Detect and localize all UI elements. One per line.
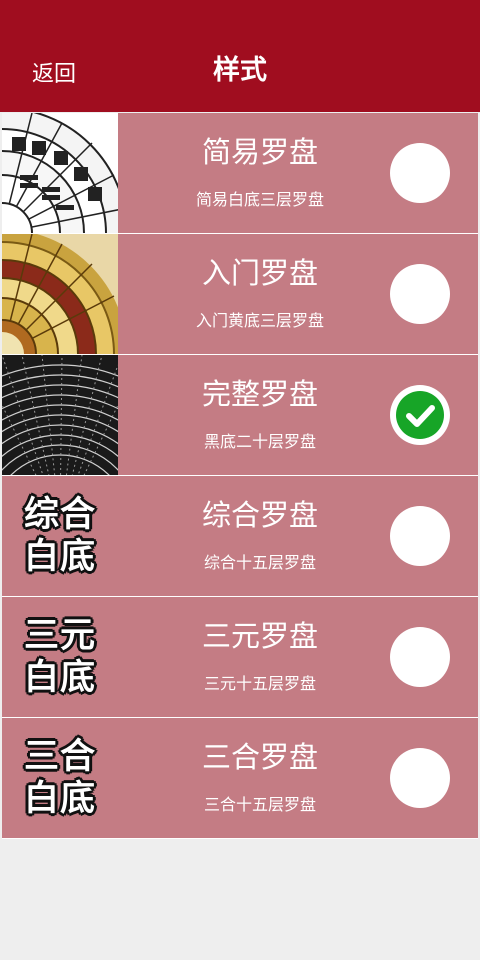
style-description: 三元十五层罗盘 (203, 674, 316, 693)
thumbnail-line: 白底 (23, 658, 96, 698)
page-title: 样式 (213, 55, 267, 86)
style-name: 简易罗盘 (201, 135, 318, 169)
style-row-comprehensive[interactable]: 综合 白底 综合罗盘 综合十五层罗盘 (2, 476, 478, 597)
style-thumbnail-label: 综合 白底 (2, 476, 118, 596)
black-compass-thumbnail (2, 355, 118, 475)
radio-button[interactable] (390, 143, 450, 203)
checkmark-icon (396, 391, 444, 439)
style-name: 完整罗盘 (201, 377, 318, 411)
style-description: 三合十五层罗盘 (203, 795, 316, 814)
style-row-simple[interactable]: 简易罗盘 简易白底三层罗盘 (2, 113, 478, 234)
header-bar: 返回 样式 (0, 0, 480, 112)
thumbnail-line: 白底 (23, 779, 96, 819)
style-thumbnail-label: 三元 白底 (2, 597, 118, 717)
style-row-sanyuan[interactable]: 三元 白底 三元罗盘 三元十五层罗盘 (2, 597, 478, 718)
style-list: 简易罗盘 简易白底三层罗盘 入门罗盘 入门黄底三层罗盘 完整罗盘 黑底二十层罗盘… (2, 113, 478, 839)
style-description: 综合十五层罗盘 (203, 553, 316, 572)
style-name: 入门罗盘 (201, 256, 318, 290)
style-row-complete[interactable]: 完整罗盘 黑底二十层罗盘 (2, 355, 478, 476)
yellow-compass-thumbnail (2, 234, 118, 354)
style-row-sanhe[interactable]: 三合 白底 三合罗盘 三合十五层罗盘 (2, 718, 478, 839)
white-compass-thumbnail (2, 113, 118, 233)
thumbnail-line: 综合 (23, 495, 96, 535)
thumbnail-line: 三元 (23, 616, 96, 656)
radio-button[interactable] (390, 748, 450, 808)
radio-button[interactable] (390, 627, 450, 687)
style-description: 黑底二十层罗盘 (203, 432, 316, 451)
thumbnail-line: 白底 (23, 537, 96, 577)
radio-button-selected[interactable] (390, 385, 450, 445)
style-name: 三合罗盘 (201, 740, 318, 774)
radio-button[interactable] (390, 264, 450, 324)
style-description: 入门黄底三层罗盘 (195, 311, 324, 330)
style-name: 综合罗盘 (201, 498, 318, 532)
style-row-beginner[interactable]: 入门罗盘 入门黄底三层罗盘 (2, 234, 478, 355)
style-name: 三元罗盘 (201, 619, 318, 653)
style-thumbnail-label: 三合 白底 (2, 718, 118, 838)
thumbnail-line: 三合 (23, 737, 96, 777)
radio-button[interactable] (390, 506, 450, 566)
style-description: 简易白底三层罗盘 (195, 190, 324, 209)
